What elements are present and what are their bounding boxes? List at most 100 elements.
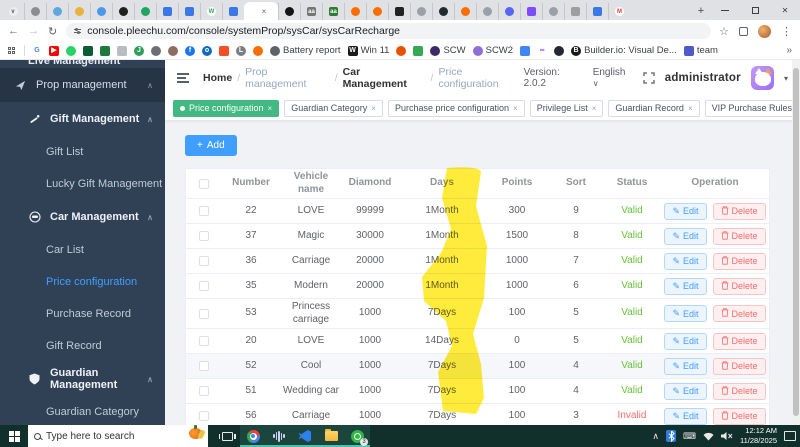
tab-globe[interactable] xyxy=(476,3,498,20)
row-checkbox[interactable] xyxy=(199,386,209,396)
delete-button[interactable]: Delete xyxy=(713,383,766,400)
fullscreen-icon[interactable] xyxy=(643,72,655,84)
bm-camera2[interactable] xyxy=(520,46,530,56)
bm-github[interactable] xyxy=(554,46,564,56)
extensions-icon[interactable] xyxy=(739,27,748,36)
forward-icon[interactable]: → xyxy=(28,25,39,37)
sidebar-item-lucky-gift-management[interactable]: Lucky Gift Management xyxy=(0,168,165,200)
delete-button[interactable]: Delete xyxy=(713,408,766,425)
sidebar-item-guardian-management[interactable]: Guardian Management∧ xyxy=(0,362,165,396)
bm-flag-dark[interactable] xyxy=(83,46,93,56)
tab-fire[interactable] xyxy=(344,3,366,20)
row-checkbox[interactable] xyxy=(199,309,209,319)
bm-youtube[interactable]: ▶ xyxy=(49,46,59,56)
bm-fire[interactable] xyxy=(253,46,263,56)
bm-paw[interactable] xyxy=(168,46,178,56)
bookmark-star-icon[interactable]: ☆ xyxy=(719,25,729,38)
bluetooth-icon[interactable] xyxy=(666,430,676,442)
tab-fire[interactable] xyxy=(366,3,388,20)
tab-twitter[interactable] xyxy=(90,3,112,20)
close-tag-icon[interactable]: × xyxy=(592,104,597,113)
volume-muted-icon[interactable] xyxy=(721,431,733,441)
edit-button[interactable]: ✎Edit xyxy=(664,333,706,350)
bm-outlook[interactable]: o xyxy=(202,46,212,56)
tab-aa-gray[interactable]: aa xyxy=(300,3,322,20)
bm-microsoft[interactable] xyxy=(219,46,229,56)
bm-facebook[interactable]: f xyxy=(185,46,195,56)
new-tab-button[interactable]: + xyxy=(692,2,710,20)
edit-button[interactable]: ✎Edit xyxy=(664,358,706,375)
keyboard-icon[interactable]: ⌨ xyxy=(683,431,696,442)
tab-active-console[interactable]: × xyxy=(244,2,278,20)
bm-whatsapp[interactable] xyxy=(66,46,76,56)
breadcrumb-item[interactable]: Car Management xyxy=(343,66,426,90)
bm-camera[interactable] xyxy=(413,46,423,56)
row-checkbox[interactable] xyxy=(199,281,209,291)
tab-globe[interactable] xyxy=(410,3,432,20)
sidebar-item-gift-list[interactable]: Gift List xyxy=(0,136,165,168)
site-settings-icon[interactable] xyxy=(74,29,81,33)
sidebar-item-purchase-record[interactable]: Purchase Record xyxy=(0,298,165,330)
delete-button[interactable]: Delete xyxy=(713,228,766,245)
delete-button[interactable]: Delete xyxy=(713,333,766,350)
url-text[interactable]: console.pleechu.com/console/systemProp/s… xyxy=(87,25,400,37)
tab-fire[interactable] xyxy=(454,3,476,20)
edit-button[interactable]: ✎Edit xyxy=(664,253,706,270)
tab-docs[interactable] xyxy=(222,3,244,20)
tag-guardian-category[interactable]: Guardian Category× xyxy=(284,100,383,117)
bm-teams[interactable]: team xyxy=(684,45,718,56)
tag-purchase-price-configuration[interactable]: Purchase price configuration× xyxy=(388,100,525,117)
sidebar-item-price-configuration[interactable]: Price configuration xyxy=(0,266,165,298)
edit-button[interactable]: ✎Edit xyxy=(664,383,706,400)
tab-docs[interactable] xyxy=(156,3,178,20)
breadcrumb-item[interactable]: Price configuration xyxy=(438,66,523,90)
user-menu-caret-icon[interactable]: ▾ xyxy=(784,74,788,83)
edit-button[interactable]: ✎Edit xyxy=(664,203,706,220)
delete-button[interactable]: Delete xyxy=(713,358,766,375)
tab-green-circle[interactable] xyxy=(134,3,156,20)
close-button[interactable]: ✕ xyxy=(770,0,800,20)
apps-grid-icon[interactable] xyxy=(8,47,15,54)
bm-doc-gray[interactable] xyxy=(117,46,127,56)
delete-button[interactable]: Delete xyxy=(713,278,766,295)
bm-j-green[interactable]: J xyxy=(134,46,144,56)
browser-profile-avatar[interactable] xyxy=(758,25,771,38)
bookmarks-overflow-icon[interactable]: » xyxy=(786,45,792,56)
edit-button[interactable]: ✎Edit xyxy=(664,305,706,322)
row-checkbox[interactable] xyxy=(199,206,209,216)
tab-settings[interactable] xyxy=(24,3,46,20)
tab-aa-green[interactable]: aa xyxy=(322,3,344,20)
tab-bird-yellow[interactable] xyxy=(68,3,90,20)
add-button[interactable]: +Add xyxy=(185,135,237,156)
sidebar-item-guardian-category[interactable]: Guardian Category xyxy=(0,396,165,425)
bm-scw2[interactable]: SCW2 xyxy=(473,45,513,56)
hamburger-icon[interactable] xyxy=(177,73,189,83)
edit-button[interactable]: ✎Edit xyxy=(664,278,706,295)
delete-button[interactable]: Delete xyxy=(713,203,766,220)
tab-search-chevron[interactable]: ∨ xyxy=(2,3,24,20)
bm-win11[interactable]: WWin 11 xyxy=(348,45,390,56)
delete-button[interactable]: Delete xyxy=(713,305,766,322)
clock[interactable]: 12:12 AM11/28/2025 xyxy=(740,426,777,446)
bm-battery-report[interactable]: Battery report xyxy=(270,45,341,56)
user-avatar[interactable] xyxy=(751,66,774,90)
select-all-checkbox[interactable] xyxy=(199,179,209,189)
tag-guardian-record[interactable]: Guardian Record× xyxy=(608,100,699,117)
row-checkbox[interactable] xyxy=(199,361,209,371)
tab-github[interactable] xyxy=(432,3,454,20)
bm-scw[interactable]: SCW xyxy=(430,45,465,56)
sidebar-item-car-management[interactable]: Car Management∧ xyxy=(0,200,165,234)
vscode-app-button[interactable] xyxy=(292,425,318,447)
row-checkbox[interactable] xyxy=(199,411,209,421)
sidebar-item-live-management[interactable]: Live Management xyxy=(0,60,165,68)
close-tag-icon[interactable]: × xyxy=(371,104,376,113)
task-view-button[interactable] xyxy=(214,425,240,447)
breadcrumb-item[interactable]: Home xyxy=(203,72,232,84)
explorer-app-button[interactable] xyxy=(318,425,344,447)
bm-google[interactable]: G xyxy=(32,46,42,56)
minimize-button[interactable] xyxy=(710,0,740,20)
tag-price-configuration[interactable]: Price configuration× xyxy=(173,100,279,117)
network-icon[interactable] xyxy=(703,432,714,441)
whatsapp-app-button[interactable]: 3 xyxy=(344,425,370,447)
tab-black-circle[interactable] xyxy=(112,3,134,20)
